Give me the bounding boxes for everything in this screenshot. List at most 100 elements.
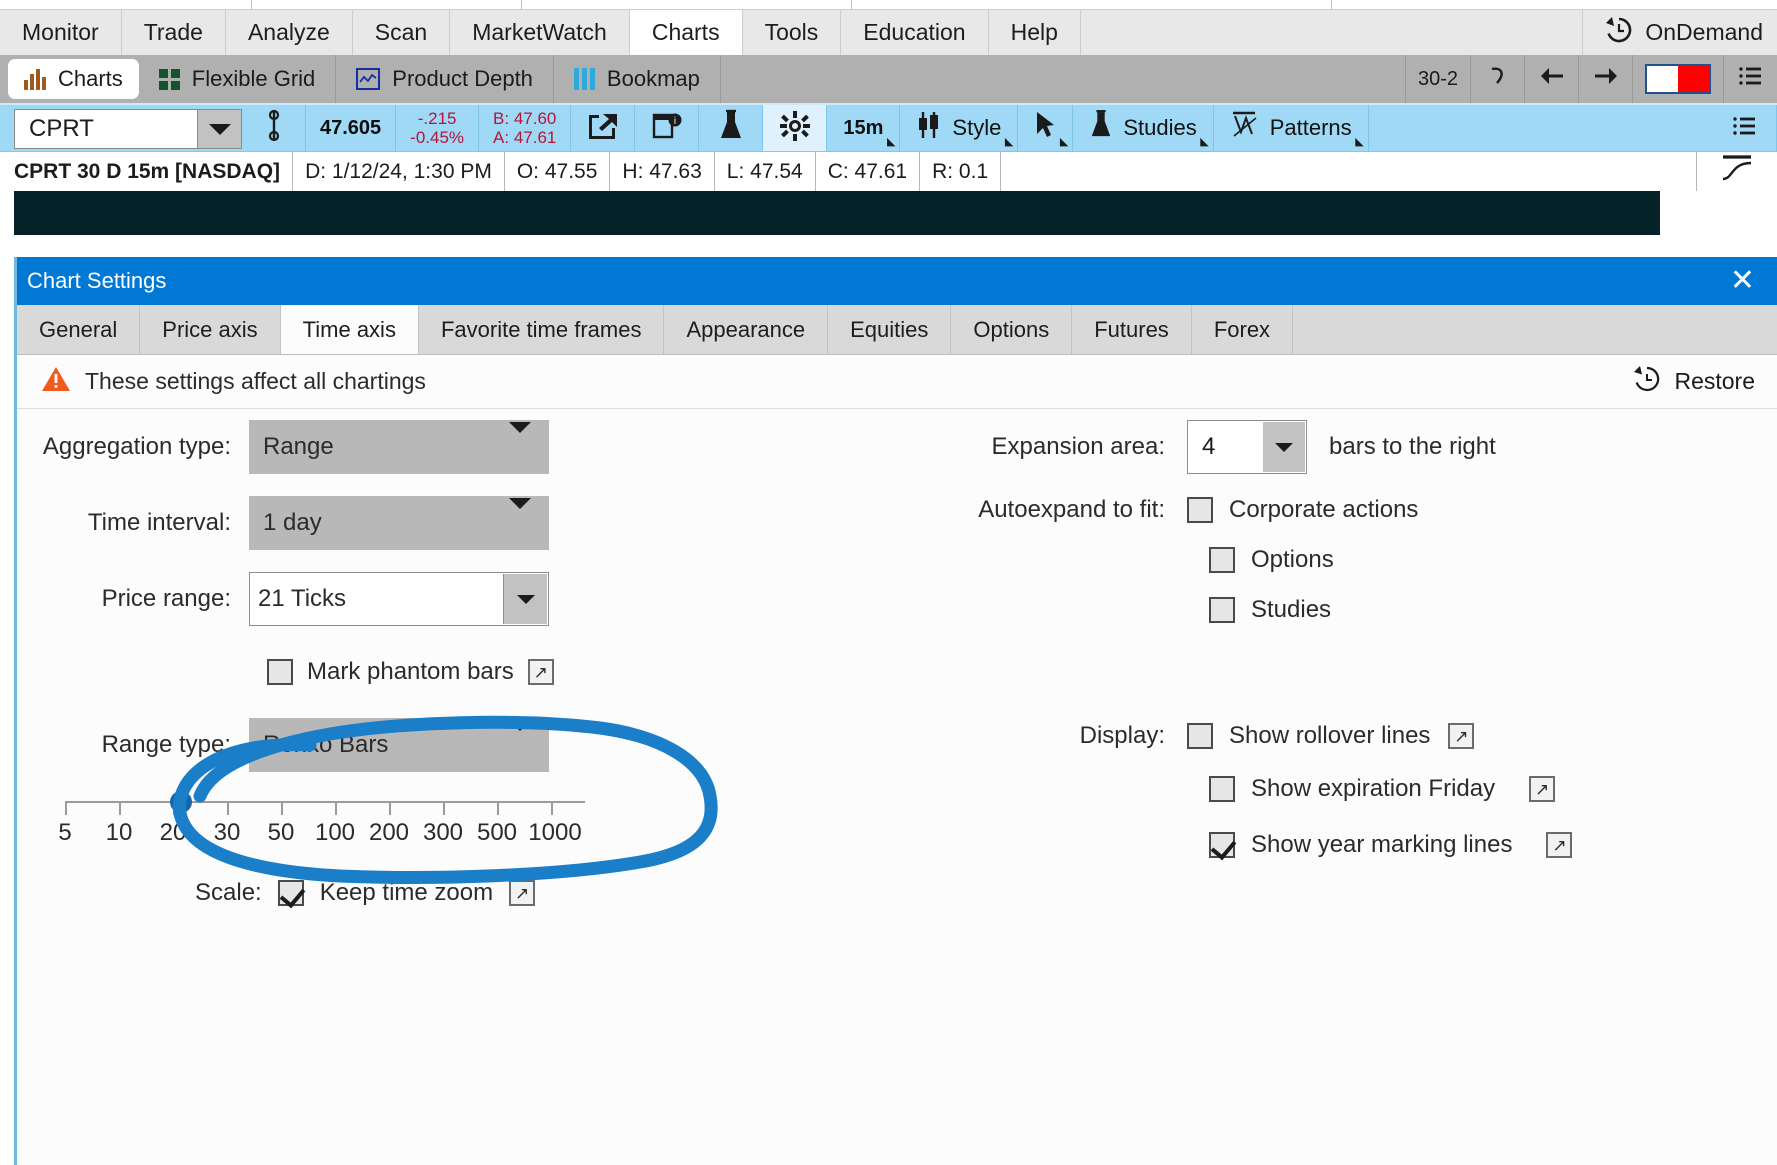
back-button[interactable] (1524, 55, 1578, 103)
strip-seg (252, 0, 522, 10)
arrow-left-icon (1539, 65, 1565, 93)
ask-value: A: 47.61 (493, 128, 557, 147)
mark-phantom-bars-checkbox[interactable] (267, 659, 293, 685)
chart-tabs-toolbar: Charts Flexible Grid Product Depth Bookm… (0, 55, 1777, 103)
patterns-button[interactable]: Patterns ◣ (1214, 105, 1369, 151)
row-show-expiration-friday: Show expiration Friday ↗ (897, 761, 1777, 817)
undo-button[interactable] (1470, 55, 1524, 103)
tab-appearance[interactable]: Appearance (664, 305, 829, 354)
grid-layout-button[interactable]: 30-2 (1404, 55, 1470, 103)
forward-button[interactable] (1578, 55, 1632, 103)
slider-tick-label: 200 (368, 819, 410, 846)
show-rollover-lines-checkbox[interactable] (1187, 723, 1213, 749)
color-swatch-button[interactable] (1632, 55, 1723, 103)
toolbar-tab-label: Charts (58, 66, 123, 91)
toolbar-tab-charts[interactable]: Charts (8, 59, 139, 99)
menu-item-monitor[interactable]: Monitor (0, 10, 122, 55)
menu-item-education[interactable]: Education (841, 10, 989, 55)
menu-item-trade[interactable]: Trade (122, 10, 226, 55)
slider-tick-label: 500 (476, 819, 518, 846)
tab-options[interactable]: Options (951, 305, 1073, 354)
expansion-area-dropdown-arrow[interactable] (1263, 422, 1305, 472)
style-button[interactable]: Style ◣ (900, 105, 1019, 151)
price-range-value: 21 Ticks (258, 585, 347, 612)
slider-tick-label: 100 (314, 819, 356, 846)
show-year-marking-lines-label: Show year marking lines (1251, 831, 1513, 858)
tab-general[interactable]: General (17, 305, 141, 354)
popout-icon[interactable]: ↗ (509, 880, 536, 906)
menu-item-analyze[interactable]: Analyze (226, 10, 353, 55)
tab-label: General (39, 316, 118, 342)
hamburger-menu-icon (1732, 115, 1758, 142)
curve-tool-button[interactable] (1697, 152, 1777, 191)
symbar-menu-button[interactable] (1713, 105, 1777, 151)
cursor-arrow-icon (1034, 110, 1056, 146)
menu-item-help[interactable]: Help (989, 10, 1081, 55)
restore-clock-icon (1632, 365, 1662, 399)
show-expiration-friday-checkbox[interactable] (1209, 776, 1235, 802)
tab-label: Equities (850, 316, 929, 342)
toolbar-tab-bookmap[interactable]: Bookmap (554, 55, 721, 103)
tab-forex[interactable]: Forex (1192, 305, 1294, 354)
popout-icon[interactable]: ↗ (527, 659, 554, 685)
price-range-dropdown-arrow[interactable] (503, 574, 547, 624)
dialog-tab-bar: General Price axis Time axis Favorite ti… (17, 305, 1777, 355)
toolbar-tab-label: Flexible Grid (191, 66, 316, 91)
aggregation-type-select[interactable]: Range (249, 420, 549, 474)
tab-price-axis[interactable]: Price axis (140, 305, 281, 354)
chart-canvas-area (0, 191, 1777, 257)
restore-button[interactable]: Restore (1632, 365, 1755, 399)
toolbar-tab-flexible-grid[interactable]: Flexible Grid (139, 55, 337, 103)
row-scale: Scale: Keep time zoom ↗ (17, 879, 536, 907)
range-type-select[interactable]: Renko Bars (249, 718, 549, 772)
studies-flask-button[interactable] (699, 105, 764, 151)
menu-item-scan[interactable]: Scan (353, 10, 451, 55)
display-label: Display: (1079, 722, 1165, 749)
slider-handle[interactable] (170, 791, 192, 813)
tab-futures[interactable]: Futures (1072, 305, 1192, 354)
close-icon[interactable]: ✕ (1724, 266, 1761, 296)
autoexpand-label: Autoexpand to fit: (978, 496, 1165, 523)
color-swatch-icon (1645, 64, 1711, 94)
ondemand-button[interactable]: OnDemand (1583, 10, 1777, 55)
price-range-input[interactable]: 21 Ticks (249, 572, 549, 626)
slider-track[interactable] (65, 789, 585, 815)
autoexpand-corporate-actions-checkbox[interactable] (1187, 497, 1213, 523)
symbol-link-button[interactable] (242, 105, 306, 151)
tab-favorite-time-frames[interactable]: Favorite time frames (419, 305, 665, 354)
menu-label: Analyze (247, 19, 330, 45)
last-price-value: 47.605 (320, 116, 382, 139)
keep-time-zoom-checkbox[interactable] (277, 880, 304, 906)
studies-button[interactable]: Studies ◣ (1073, 105, 1214, 151)
expansion-area-input[interactable]: 4 (1187, 420, 1307, 474)
show-year-marking-lines-checkbox[interactable] (1209, 832, 1235, 858)
drawing-tool-button[interactable]: ◣ (1018, 105, 1074, 151)
toolbar-tab-product-depth[interactable]: Product Depth (336, 55, 554, 103)
symbol-dropdown-arrow[interactable] (197, 110, 241, 148)
slider-tick-label: 5 (58, 819, 72, 846)
share-button[interactable] (571, 105, 636, 151)
autoexpand-studies-checkbox[interactable] (1209, 597, 1235, 623)
popout-icon[interactable]: ↗ (1529, 776, 1556, 802)
menu-item-charts[interactable]: Charts (629, 10, 743, 55)
chart-settings-button[interactable] (763, 105, 828, 151)
popout-icon[interactable]: ↗ (1448, 723, 1475, 749)
autoexpand-options-checkbox[interactable] (1209, 547, 1235, 573)
chevron-down-icon: ◣ (1059, 136, 1069, 148)
symbol-input[interactable]: CPRT (14, 109, 242, 149)
tab-label: Options (973, 316, 1050, 342)
note-button[interactable]: i (635, 105, 700, 151)
chevron-down-icon (509, 498, 531, 537)
studies-label: Studies (1123, 115, 1197, 140)
popout-icon[interactable]: ↗ (1546, 832, 1573, 858)
toolbar-menu-button[interactable] (1723, 55, 1777, 103)
tab-equities[interactable]: Equities (828, 305, 952, 354)
price-range-slider[interactable]: 5 10 20 30 50 100 200 300 500 1000 (58, 789, 585, 853)
time-interval-select[interactable]: 1 day (249, 496, 549, 550)
menu-item-marketwatch[interactable]: MarketWatch (450, 10, 630, 55)
row-show-year-marking-lines: Show year marking lines ↗ (897, 817, 1777, 873)
menu-item-tools[interactable]: Tools (743, 10, 842, 55)
tab-time-axis[interactable]: Time axis (280, 305, 419, 354)
chevron-down-icon (1275, 442, 1293, 452)
timeframe-button[interactable]: 15m ◣ (827, 105, 901, 151)
